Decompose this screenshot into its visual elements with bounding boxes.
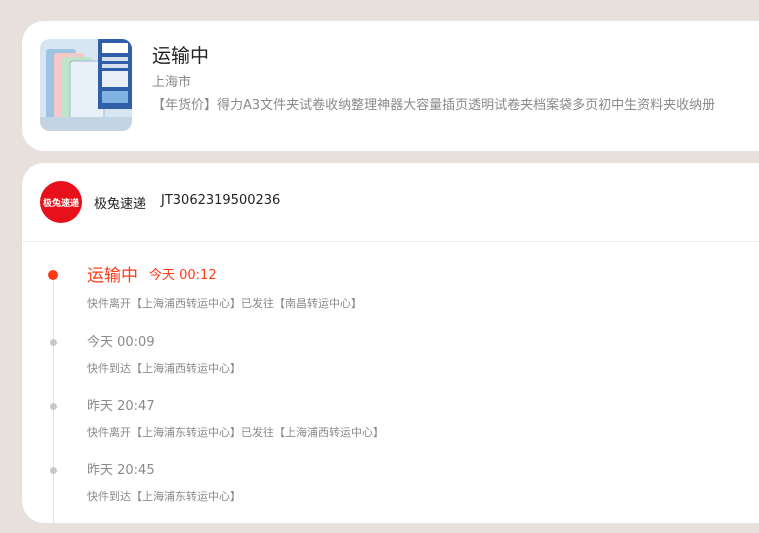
tracking-number[interactable]: JT3062319500236 [161,193,280,208]
divider [22,241,759,242]
binder-product-image-icon [40,39,132,131]
order-location: 上海市 [152,75,192,90]
order-status-title: 运输中 [152,45,210,67]
carrier-name: 极兔速递 [94,197,147,212]
timeline-dot-icon [50,339,57,346]
timeline-active-dot-icon [48,270,58,280]
product-thumbnail[interactable] [40,39,132,131]
timeline-event-status: 运输中 [87,266,138,286]
timeline-event-desc: 快件到达【上海浦东转运中心】 [87,490,241,503]
order-summary-card[interactable]: 运输中 上海市 【年货价】得力A3文件夹试卷收纳整理神器大容量插页透明试卷夹档案… [22,21,759,151]
timeline-event-time: 今天 00:09 [87,335,155,350]
timeline-event-desc: 快件离开【上海浦西转运中心】已发往【南昌转运中心】 [87,297,362,310]
timeline-event-desc: 快件到达【上海浦西转运中心】 [87,362,241,375]
timeline-event-time: 昨天 20:47 [87,399,155,414]
timeline-event-desc: 快件离开【上海浦东转运中心】已发往【上海浦西转运中心】 [87,426,384,439]
timeline-dot-icon [50,467,57,474]
product-title[interactable]: 【年货价】得力A3文件夹试卷收纳整理神器大容量插页透明试卷夹档案袋多页初中生资料… [152,94,759,113]
timeline-event-time: 今天 00:12 [149,268,217,283]
timeline-dot-icon [50,403,57,410]
tracking-details-card: 极兔速递 极兔速递 JT3062319500236 运输中 今天 00:12 快… [22,163,759,533]
carrier-logo: 极兔速递 [40,181,82,223]
timeline-event-time: 昨天 20:45 [87,463,155,478]
